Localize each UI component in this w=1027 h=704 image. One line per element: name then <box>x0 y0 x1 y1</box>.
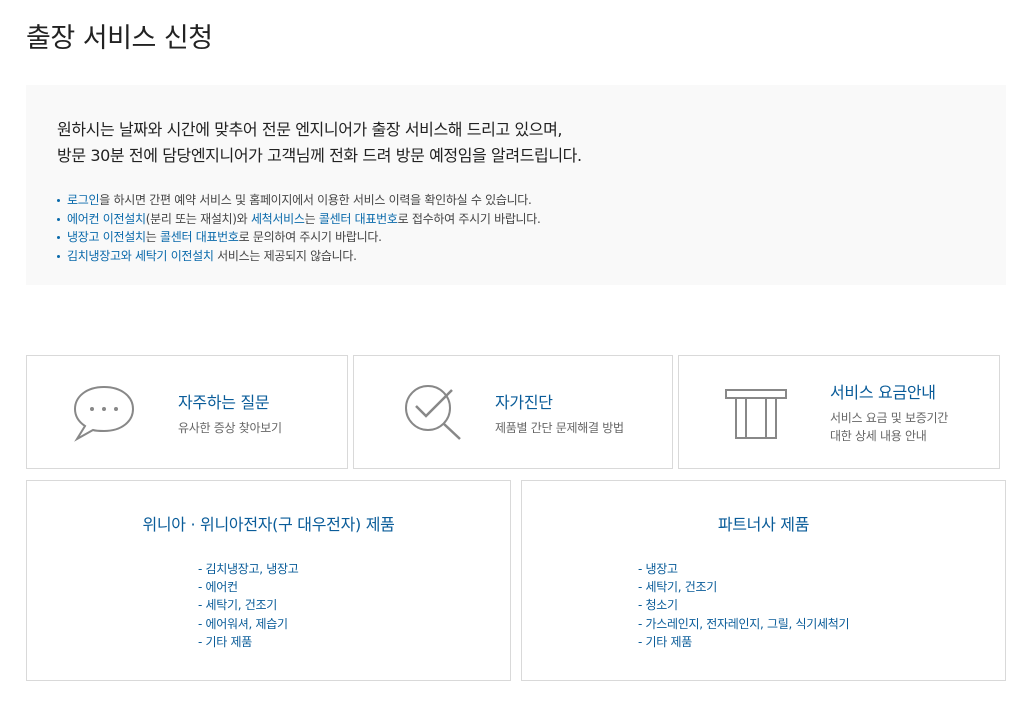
notice-highlight-text: 김치냉장고와 세탁기 이전설치 <box>67 248 214 263</box>
magnifier-check-icon <box>405 385 461 440</box>
self-diagnosis-card-title: 자가진단 <box>495 393 553 412</box>
self-diagnosis-card-desc: 제품별 간단 문제해결 방법 <box>495 421 624 435</box>
notice-text: 서비스는 제공되지 않습니다. <box>213 248 357 263</box>
notice-highlight-text: 냉장고 이전설치 <box>67 230 146 244</box>
notice-lead-line-1: 원하시는 날짜와 시간에 맞추어 전문 엔지니어가 출장 서비스해 드리고 있으… <box>57 120 563 139</box>
faq-card-desc: 유사한 증상 찾아보기 <box>178 421 282 435</box>
winia-product-item[interactable]: - 에어컨 <box>198 578 299 596</box>
notice-highlight-text: 콜센터 대표번호 <box>318 211 398 226</box>
service-pricing-desc-line-2: 대한 상세 내용 안내 <box>830 429 927 443</box>
notice-bullet-item: 로그인을 하시면 간편 예약 서비스 및 홈페이지에서 이용한 서비스 이력을 … <box>57 191 975 210</box>
notice-highlight-text: 에어컨 이전설치 <box>67 211 146 226</box>
notice-highlight-text: 콜센터 대표번호 <box>159 230 239 244</box>
winia-products-list: - 김치냉장고, 냉장고 - 에어컨 - 세탁기, 건조기 - 에어워셔, 제습기 - … <box>198 560 299 651</box>
winia-product-item[interactable]: - 세탁기, 건조기 <box>198 596 299 614</box>
service-notice: 원하시는 날짜와 시간에 맞추어 전문 엔지니어가 출장 서비스해 드리고 있으… <box>26 85 1006 285</box>
winia-products-title[interactable]: 위니아 · 위니아전자(구 대우전자) 제품 <box>27 511 510 535</box>
service-pricing-card-desc: 서비스 요금 및 보증기간 대한 상세 내용 안내 <box>830 409 948 445</box>
receipt-icon <box>725 389 787 439</box>
notice-text: 는 <box>145 230 160 244</box>
partner-product-item[interactable]: - 세탁기, 건조기 <box>638 578 849 596</box>
winia-product-item[interactable]: - 에어워셔, 제습기 <box>198 615 299 633</box>
service-pricing-desc-line-1: 서비스 요금 및 보증기간 <box>830 411 948 425</box>
notice-text: 로 문의하여 주시기 바랍니다. <box>238 230 382 244</box>
notice-highlight-text: 로그인 <box>67 193 100 207</box>
page-title: 출장 서비스 신청 <box>26 23 213 54</box>
notice-text: 로 접수하여 주시기 바랍니다. <box>397 211 541 226</box>
notice-bullet-item: 에어컨 이전설치(분리 또는 재설치)와 세척서비스는 콜센터 대표번호로 접수… <box>57 210 975 229</box>
notice-text: 을 하시면 간편 예약 서비스 및 홈페이지에서 이용한 서비스 이력을 확인하… <box>99 193 532 207</box>
notice-lead-line-2: 방문 30분 전에 담당엔지니어가 고객님께 전화 드려 방문 예정임을 알려드… <box>57 146 582 165</box>
notice-bullet-item: 냉장고 이전설치는 콜센터 대표번호로 문의하여 주시기 바랍니다. <box>57 228 975 247</box>
speech-bubble-icon <box>73 385 135 442</box>
service-pricing-card-title: 서비스 요금안내 <box>830 383 936 402</box>
notice-text: (분리 또는 재설치)와 <box>145 211 251 226</box>
partner-product-item[interactable]: - 가스레인지, 전자레인지, 그릴, 식기세척기 <box>638 615 850 633</box>
faq-card-title: 자주하는 질문 <box>178 393 270 412</box>
self-diagnosis-card[interactable]: 자가진단 제품별 간단 문제해결 방법 <box>353 355 673 469</box>
partner-products-box: 파트너사 제품 - 냉장고 - 세탁기, 건조기 - 청소기 - 가스레인지, 전자레… <box>521 480 1006 681</box>
winia-products-box: 위니아 · 위니아전자(구 대우전자) 제품 - 김치냉장고, 냉장고 - 에어컨… <box>26 480 511 681</box>
winia-product-item[interactable]: - 기타 제품 <box>198 633 299 651</box>
partner-product-item[interactable]: - 냉장고 <box>638 560 849 578</box>
partner-products-title[interactable]: 파트너사 제품 <box>522 511 1005 535</box>
service-pricing-card[interactable]: 서비스 요금안내 서비스 요금 및 보증기간 대한 상세 내용 안내 <box>678 355 1000 469</box>
notice-lead: 원하시는 날짜와 시간에 맞추어 전문 엔지니어가 출장 서비스해 드리고 있으… <box>57 117 975 169</box>
winia-product-item[interactable]: - 김치냉장고, 냉장고 <box>198 560 299 578</box>
notice-bullet-item: 김치냉장고와 세탁기 이전설치 서비스는 제공되지 않습니다. <box>57 247 975 266</box>
partner-products-list: - 냉장고 - 세탁기, 건조기 - 청소기 - 가스레인지, 전자레인지, 그릴, … <box>638 560 850 651</box>
partner-product-item[interactable]: - 청소기 <box>638 596 849 614</box>
notice-bullet-list: 로그인을 하시면 간편 예약 서비스 및 홈페이지에서 이용한 서비스 이력을 … <box>57 191 975 265</box>
faq-card[interactable]: 자주하는 질문 유사한 증상 찾아보기 <box>26 355 348 469</box>
notice-text: 는 <box>304 211 319 226</box>
notice-highlight-text: 세척서비스 <box>250 211 305 226</box>
partner-product-item[interactable]: - 기타 제품 <box>638 633 849 651</box>
